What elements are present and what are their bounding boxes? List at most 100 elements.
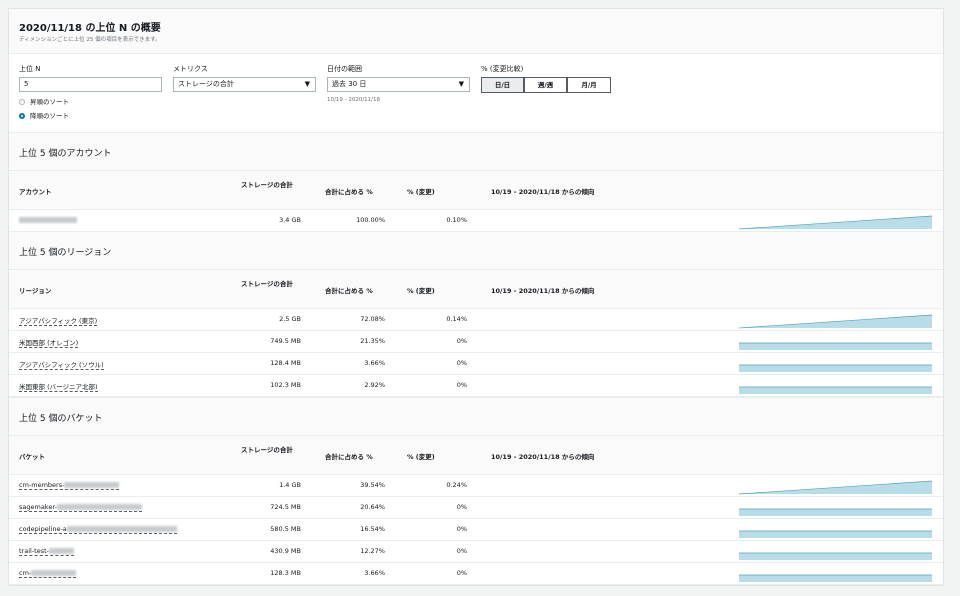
table-row: cm- 128.3 MB 3.66% 0% <box>9 562 943 585</box>
topn-input[interactable]: 5 <box>19 77 162 92</box>
trend-area <box>739 553 932 560</box>
radio-on-icon <box>19 113 25 119</box>
col-account: アカウント <box>19 188 52 196</box>
table-row: アジアパシフィック (ソウル) 128.4 MB 3.66% 0% <box>9 352 943 375</box>
storage-value: 2.5 GB <box>279 315 301 323</box>
storage-value: 102.3 MB <box>270 381 301 389</box>
redacted-text <box>19 217 77 223</box>
regions-name-link[interactable]: アジアパシフィック (東京) <box>19 315 98 326</box>
col-storage: ストレージの合計 <box>241 280 293 288</box>
percent-value: 100.00% <box>356 216 385 224</box>
percent-value: 16.54% <box>360 525 385 533</box>
storage-value: 749.5 MB <box>270 337 301 345</box>
date-range-hint: 10/19 - 2020/11/18 <box>327 97 381 103</box>
buckets-column-header: バケット ストレージの合計 合計に占める % % (変更) 10/19 - 20… <box>9 435 943 475</box>
col-trend: 10/19 - 2020/11/18 からの傾向 <box>491 287 595 295</box>
accounts-name-link[interactable] <box>19 216 77 224</box>
compare-month-button[interactable]: 月/月 <box>567 77 611 93</box>
buckets-name-link[interactable]: sagemaker- <box>19 503 142 512</box>
change-value: 0% <box>456 503 467 511</box>
caret-down-icon: ▼ <box>458 80 464 88</box>
percent-value: 12.27% <box>360 547 385 555</box>
table-row: 米国東部 (バージニア北部) 102.3 MB 2.92% 0% <box>9 374 943 397</box>
storage-value: 128.3 MB <box>270 569 301 577</box>
percent-value: 21.35% <box>360 337 385 345</box>
trend-sparkline-flat <box>739 574 932 582</box>
storage-value: 3.4 GB <box>279 216 301 224</box>
redacted-text <box>66 526 177 532</box>
panel-header: 2020/11/18 の上位 N の概要 ディメンションごとに上位 25 個の項… <box>9 9 943 54</box>
trend-sparkline-rising <box>739 480 932 495</box>
buckets-name-link[interactable]: cm- <box>19 569 77 578</box>
compare-week-button[interactable]: 週/週 <box>524 77 567 93</box>
percent-value: 3.66% <box>364 359 385 367</box>
col-percent: 合計に占める % <box>325 453 373 461</box>
trend-sparkline-rising <box>739 215 932 230</box>
trend-area <box>739 575 932 582</box>
col-storage: ストレージの合計 <box>241 181 293 189</box>
regions-column-header: リージョン ストレージの合計 合計に占める % % (変更) 10/19 - 2… <box>9 269 943 309</box>
change-value: 0% <box>456 569 467 577</box>
buckets-name-link[interactable]: trail-test- <box>19 547 74 556</box>
trend-area <box>739 387 932 394</box>
accounts-column-header: アカウント ストレージの合計 合計に占める % % (変更) 10/19 - 2… <box>9 170 943 210</box>
change-value: 0% <box>456 525 467 533</box>
redacted-text <box>31 570 77 576</box>
accounts-title: 上位 5 個のアカウント <box>19 149 112 159</box>
page-subtitle: ディメンションごとに上位 25 個の項目を表示できます。 <box>19 37 161 43</box>
table-row: アジアパシフィック (東京) 2.5 GB 72.08% 0.14% <box>9 308 943 331</box>
trend-sparkline-flat <box>739 386 932 394</box>
topn-label: 上位 N <box>19 65 41 73</box>
trend-area <box>739 343 932 350</box>
percent-value: 72.08% <box>360 315 385 323</box>
storage-value: 128.4 MB <box>270 359 301 367</box>
sort-asc-radio[interactable]: 昇順のソート <box>19 96 69 106</box>
date-range-select[interactable]: 過去 30 日 ▼ <box>327 77 470 92</box>
table-row: cm-members- 1.4 GB 39.54% 0.24% <box>9 474 943 497</box>
regions-name-link[interactable]: 米国西部 (オレゴン) <box>19 337 79 348</box>
caret-down-icon: ▼ <box>304 80 310 88</box>
table-row: sagemaker- 724.5 MB 20.64% 0% <box>9 496 943 519</box>
col-bucket: バケット <box>19 453 45 461</box>
change-value: 0% <box>456 359 467 367</box>
regions-name-link[interactable]: 米国東部 (バージニア北部) <box>19 381 98 392</box>
change-value: 0.24% <box>446 481 467 489</box>
storage-value: 430.9 MB <box>270 547 301 555</box>
redacted-text <box>49 548 74 554</box>
percent-value: 2.92% <box>364 381 385 389</box>
percent-value: 3.66% <box>364 569 385 577</box>
controls-area: 上位 N 5 昇順のソート 降順のソート メトリクス ストレージの合計 ▼ 日付… <box>9 54 943 134</box>
storage-value: 1.4 GB <box>279 481 301 489</box>
col-change: % (変更) <box>407 453 435 461</box>
buckets-title: 上位 5 個のバケット <box>19 414 103 424</box>
trend-sparkline-rising <box>739 314 932 329</box>
col-trend: 10/19 - 2020/11/18 からの傾向 <box>491 453 595 461</box>
metrics-select[interactable]: ストレージの合計 ▼ <box>173 77 316 92</box>
col-storage: ストレージの合計 <box>241 446 293 454</box>
col-percent: 合計に占める % <box>325 188 373 196</box>
col-change: % (変更) <box>407 287 435 295</box>
col-region: リージョン <box>19 287 52 295</box>
change-value: 0% <box>456 381 467 389</box>
page-title: 2020/11/18 の上位 N の概要 <box>19 23 161 34</box>
regions-title: 上位 5 個のリージョン <box>19 248 112 258</box>
sort-desc-radio[interactable]: 降順のソート <box>19 110 69 120</box>
storage-value: 724.5 MB <box>270 503 301 511</box>
change-value: 0% <box>456 337 467 345</box>
buckets-name-link[interactable]: cm-members- <box>19 481 120 490</box>
trend-sparkline-flat <box>739 364 932 372</box>
compare-day-button[interactable]: 日/日 <box>481 77 524 93</box>
change-value: 0.14% <box>446 315 467 323</box>
col-trend: 10/19 - 2020/11/18 からの傾向 <box>491 188 595 196</box>
trend-area <box>739 365 932 372</box>
change-value: 0% <box>456 547 467 555</box>
trend-sparkline-flat <box>739 552 932 560</box>
table-row: codepipeline-a 580.5 MB 16.54% 0% <box>9 518 943 541</box>
trend-sparkline-flat <box>739 508 932 516</box>
redacted-text <box>64 482 120 488</box>
buckets-name-link[interactable]: codepipeline-a <box>19 525 177 534</box>
redacted-text <box>56 504 142 510</box>
change-value: 0.10% <box>446 216 467 224</box>
trend-area <box>739 509 932 516</box>
regions-name-link[interactable]: アジアパシフィック (ソウル) <box>19 359 104 370</box>
